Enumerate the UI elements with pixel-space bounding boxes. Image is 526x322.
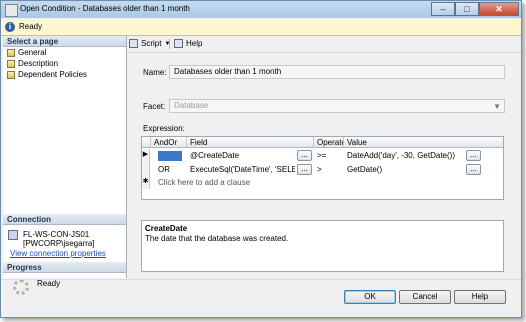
- close-button[interactable]: ✕: [479, 2, 519, 16]
- column-header-operator[interactable]: Operato: [314, 137, 344, 148]
- value-ellipsis-button[interactable]: ...: [466, 164, 481, 175]
- select-page-header: Select a page: [3, 36, 126, 47]
- facet-value: Database: [174, 101, 209, 110]
- view-connection-properties-link[interactable]: View connection properties: [10, 249, 106, 258]
- description-title: CreateDate: [145, 224, 188, 233]
- maximize-button[interactable]: □: [455, 2, 479, 16]
- page-icon: [7, 71, 15, 79]
- row-selector-icon[interactable]: ▶: [142, 149, 150, 162]
- value-cell[interactable]: DateAdd('day', -30, GetDate()): [347, 150, 455, 162]
- main-panel: Script ▼ Help Name: Databases older than…: [127, 36, 521, 278]
- help-button[interactable]: Help: [454, 290, 506, 304]
- field-ellipsis-button[interactable]: ...: [297, 150, 312, 161]
- open-condition-dialog: Open Condition - Databases older than 1 …: [0, 0, 522, 318]
- add-clause-row[interactable]: Click here to add a clause: [158, 177, 250, 189]
- column-header-field[interactable]: Field: [187, 137, 314, 148]
- value-ellipsis-button[interactable]: ...: [466, 150, 481, 161]
- window-title: Open Condition - Databases older than 1 …: [20, 4, 190, 13]
- page-item-dependent-policies[interactable]: Dependent Policies: [7, 70, 87, 80]
- script-button[interactable]: Script ▼: [129, 39, 170, 48]
- connection-user: [PWCORP\jsegarra]: [23, 239, 95, 248]
- status-text: Ready: [19, 22, 43, 31]
- andor-cell[interactable]: OR: [158, 164, 170, 176]
- operator-cell[interactable]: >=: [317, 150, 326, 162]
- operator-cell[interactable]: >: [317, 164, 322, 176]
- column-header-value[interactable]: Value: [344, 137, 503, 148]
- andor-cell-selected[interactable]: [158, 151, 182, 161]
- facet-label: Facet:: [143, 102, 166, 111]
- server-icon: [8, 230, 18, 240]
- ok-button[interactable]: OK: [344, 290, 396, 304]
- help-icon: [174, 39, 183, 48]
- progress-header: Progress: [3, 262, 126, 273]
- new-row-icon[interactable]: ✱: [142, 176, 150, 189]
- window-icon: [5, 4, 18, 17]
- expression-grid: AndOr Field Operato Value ▶ @CreateDate …: [141, 136, 504, 200]
- description-box: CreateDate The date that the database wa…: [141, 220, 504, 272]
- row-selector-icon[interactable]: [142, 162, 150, 176]
- caption-buttons: – □ ✕: [431, 2, 519, 16]
- description-text: The date that the database was created.: [145, 234, 289, 243]
- grid-corner: [142, 137, 151, 148]
- minimize-button[interactable]: –: [431, 2, 455, 16]
- chevron-down-icon: ▼: [493, 102, 501, 111]
- page-item-label: Dependent Policies: [18, 70, 87, 79]
- left-pane: Select a page General Description Depend…: [3, 36, 127, 295]
- page-item-label: Description: [18, 59, 59, 68]
- info-icon: i: [5, 22, 15, 32]
- title-bar[interactable]: Open Condition - Databases older than 1 …: [1, 1, 521, 18]
- expression-label: Expression:: [143, 124, 185, 133]
- name-label: Name:: [143, 68, 167, 77]
- column-header-andor[interactable]: AndOr: [151, 137, 187, 148]
- help-label: Help: [186, 39, 203, 48]
- field-cell[interactable]: ExecuteSql('DateTime', 'SELECT: [190, 164, 295, 176]
- value-cell[interactable]: GetDate(): [347, 164, 382, 176]
- toolbar: Script ▼ Help: [127, 36, 521, 53]
- cancel-button[interactable]: Cancel: [399, 290, 451, 304]
- page-item-label: General: [18, 48, 47, 57]
- page-icon: [7, 60, 15, 68]
- facet-select[interactable]: Database ▼: [169, 99, 505, 113]
- status-bar: i Ready: [1, 19, 521, 36]
- name-field[interactable]: Databases older than 1 month: [169, 65, 505, 79]
- button-bar: OK Cancel Help: [1, 279, 521, 318]
- toolbar-divider: [169, 39, 170, 49]
- field-ellipsis-button[interactable]: ...: [297, 164, 312, 175]
- connection-server: FL-WS-CON-JS01: [23, 230, 90, 239]
- script-label: Script: [141, 39, 162, 48]
- field-cell[interactable]: @CreateDate: [190, 150, 239, 162]
- help-toolbar-button[interactable]: Help: [174, 39, 202, 48]
- connection-header: Connection: [3, 214, 126, 225]
- page-icon: [7, 49, 15, 57]
- script-icon: [129, 39, 138, 48]
- page-item-description[interactable]: Description: [7, 59, 58, 69]
- page-item-general[interactable]: General: [7, 48, 46, 58]
